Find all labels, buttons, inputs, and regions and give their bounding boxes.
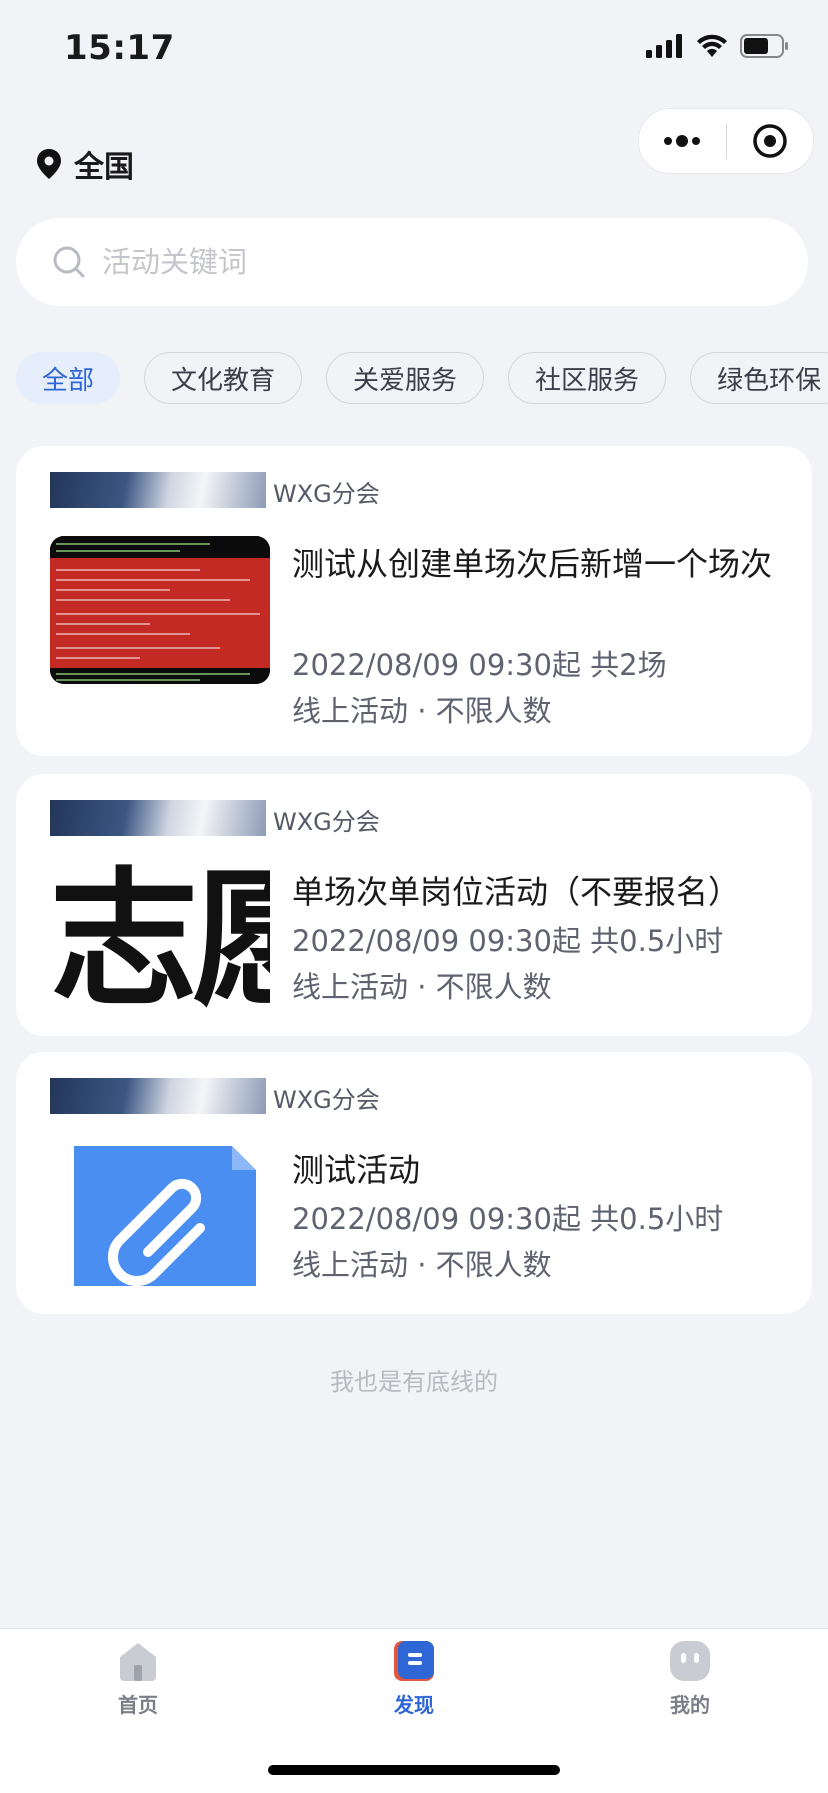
location-label: 全国 (74, 150, 134, 185)
discover-icon (394, 1641, 434, 1681)
activity-title: 单场次单岗位活动（不要报名） (292, 873, 741, 911)
activity-thumbnail (50, 536, 270, 684)
org-name: WXG分会 (273, 480, 380, 508)
org-banner-image (50, 800, 266, 836)
tabbar-item-home[interactable]: 首页 (58, 1639, 218, 1718)
location-pin-icon (37, 149, 61, 179)
activity-thumbnail: 志愿 (50, 862, 270, 1016)
signal-icon (646, 34, 682, 58)
end-of-list-note: 我也是有底线的 (330, 1368, 498, 1396)
tab-culture-education[interactable]: 文化教育 (144, 352, 303, 404)
target-close-icon (753, 124, 787, 158)
status-bar: 15:17 (0, 0, 828, 100)
battery-icon (740, 34, 788, 58)
tab-community-service[interactable]: 社区服务 (508, 352, 667, 404)
tabbar-item-profile[interactable]: 我的 (610, 1639, 770, 1718)
home-indicator (268, 1765, 560, 1775)
attachment-file-icon (74, 1146, 256, 1287)
activity-card[interactable]: WXG分会 测试从创建单场次后新增一个场次 2022/08/09 09:30起 … (16, 446, 812, 756)
more-dots-icon (664, 135, 701, 147)
activity-time: 2022/08/09 09:30起 共0.5小时 (292, 924, 724, 958)
org-name: WXG分会 (273, 1086, 380, 1114)
search-input[interactable] (100, 244, 704, 280)
terminal-screenshot-image (50, 536, 270, 684)
activity-info: 线上活动 · 不限人数 (292, 694, 552, 728)
activity-card[interactable]: WXG分会 志愿 单场次单岗位活动（不要报名） 2022/08/09 09:30… (16, 774, 812, 1036)
tabbar-item-discover[interactable]: 发现 (334, 1639, 494, 1718)
activity-title: 测试从创建单场次后新增一个场次 (292, 545, 773, 583)
status-time: 15:17 (64, 28, 175, 68)
tabbar-label-profile: 我的 (670, 1693, 710, 1717)
org-banner-image (50, 472, 266, 508)
miniprogram-capsule (638, 108, 814, 174)
org-name: WXG分会 (273, 808, 380, 836)
activity-card[interactable]: WXG分会 测试活动 2022/08/09 09:30起 共0.5小时 线上活动… (16, 1052, 812, 1314)
tabbar-label-discover: 发现 (394, 1693, 434, 1717)
location-selector[interactable]: 全国 (36, 142, 134, 186)
profile-icon (670, 1641, 710, 1681)
tab-green-environment[interactable]: 绿色环保 (690, 352, 828, 404)
status-icons (646, 34, 790, 58)
activity-info: 线上活动 · 不限人数 (292, 970, 552, 1004)
wifi-icon (697, 34, 727, 57)
activity-time: 2022/08/09 09:30起 共0.5小时 (292, 1202, 724, 1236)
org-banner-image (50, 1078, 266, 1114)
search-icon (52, 245, 86, 279)
more-button[interactable] (639, 109, 726, 173)
category-tabs: 全部 文化教育 关爱服务 社区服务 绿色环保 (16, 352, 828, 408)
tab-care-service[interactable]: 关爱服务 (326, 352, 485, 404)
activity-time: 2022/08/09 09:30起 共2场 (292, 648, 667, 682)
tabbar-label-home: 首页 (118, 1693, 158, 1717)
close-miniprogram-button[interactable] (727, 109, 814, 173)
home-icon (120, 1643, 156, 1681)
activity-title: 测试活动 (292, 1151, 421, 1189)
calligraphy-text-image: 志愿 (50, 862, 270, 1016)
activity-info: 线上活动 · 不限人数 (292, 1248, 552, 1282)
activity-thumbnail (50, 1140, 270, 1288)
tab-all[interactable]: 全部 (16, 352, 121, 404)
search-bar[interactable] (16, 218, 808, 306)
